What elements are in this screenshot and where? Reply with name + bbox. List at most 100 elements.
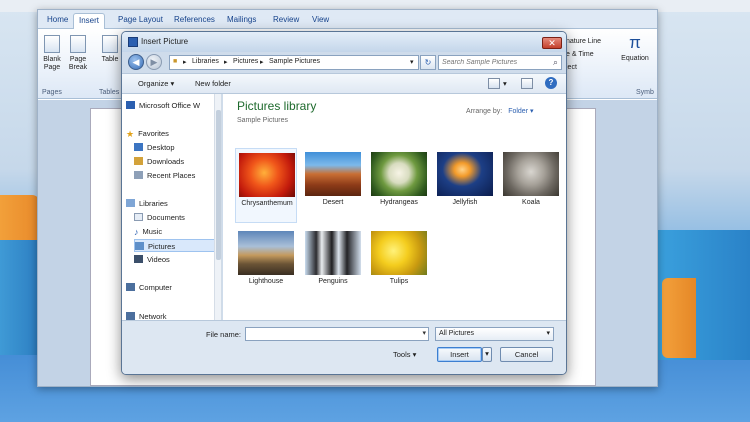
cancel-button[interactable]: Cancel	[500, 347, 553, 362]
blank-page-button[interactable]: Blank Page	[41, 35, 63, 72]
nav-item-libraries[interactable]: Libraries	[126, 197, 218, 210]
chevron-down-icon: ▾	[412, 350, 417, 359]
file-tile-koala[interactable]: Koala	[500, 148, 562, 223]
organize-button[interactable]: Organize ▾	[138, 79, 174, 88]
tab-references[interactable]: References	[169, 13, 220, 29]
nav-item-network[interactable]: Network	[126, 310, 218, 320]
table-button[interactable]: Table	[98, 35, 122, 64]
nav-item-downloads[interactable]: Downloads	[134, 155, 221, 168]
blank-page-label: Blank Page	[43, 56, 61, 71]
nav-item-music[interactable]: ♪ Music	[134, 225, 221, 238]
file-tile-lighthouse[interactable]: Lighthouse	[235, 227, 297, 302]
file-tile-penguins[interactable]: Penguins	[302, 227, 364, 302]
breadcrumb-sample-pictures[interactable]: Sample Pictures	[269, 58, 320, 65]
signature-line-button[interactable]: nature Line	[566, 38, 601, 45]
tab-page-layout[interactable]: Page Layout	[113, 13, 168, 29]
nav-item-label: Downloads	[147, 157, 185, 166]
equation-label: Equation	[621, 55, 649, 62]
breadcrumb-pictures[interactable]: Pictures	[233, 58, 258, 65]
file-tile-hydrangeas[interactable]: Hydrangeas	[368, 148, 430, 223]
nav-item-label: Music	[142, 227, 163, 236]
close-button[interactable]: ✕	[542, 37, 562, 49]
file-tile-jellyfish[interactable]: Jellyfish	[434, 148, 496, 223]
file-tile-tulips[interactable]: Tulips	[368, 227, 430, 302]
insert-button[interactable]: Insert	[437, 347, 482, 362]
arrange-by-dropdown[interactable]: Folder ▾	[508, 108, 533, 115]
nav-item-label: Recent Places	[147, 171, 196, 180]
nav-item-videos[interactable]: Videos	[134, 253, 221, 266]
penguins-thumbnail	[305, 231, 361, 275]
tab-view[interactable]: View	[307, 13, 334, 29]
insert-options-dropdown[interactable]: ▾	[482, 347, 492, 362]
desktop-decoration-orange-right	[662, 278, 696, 358]
preview-pane-icon[interactable]	[521, 78, 533, 89]
group-label-pages: Pages	[42, 89, 62, 96]
library-subtitle: Sample Pictures	[237, 117, 288, 124]
documents-icon	[134, 213, 143, 221]
search-box: ⌕	[438, 55, 562, 70]
file-type-select[interactable]: All Pictures ▾	[435, 327, 554, 341]
star-icon: ★	[126, 129, 135, 139]
view-dropdown-icon[interactable]: ▾	[503, 79, 507, 88]
group-label-tables: Tables	[99, 89, 120, 96]
help-icon[interactable]: ?	[545, 77, 557, 89]
refresh-button[interactable]: ↻	[420, 55, 436, 70]
file-name-caption: Penguins	[318, 278, 348, 285]
navigation-scrollbar[interactable]	[214, 94, 221, 320]
search-icon[interactable]: ⌕	[553, 57, 558, 68]
tab-insert[interactable]: Insert	[73, 13, 106, 29]
nav-item-pictures[interactable]: Pictures	[134, 239, 216, 252]
nav-item-label: Pictures	[148, 242, 176, 251]
nav-item-documents[interactable]: Documents	[134, 211, 221, 224]
file-name-caption: Chrysanthemum	[241, 200, 293, 207]
dialog-title: Insert Picture	[141, 37, 189, 46]
nav-item-microsoft-office-word[interactable]: Microsoft Office W	[126, 99, 218, 112]
address-bar[interactable]: ■ ▸ Libraries ▸ Pictures ▸ Sample Pictur…	[169, 55, 419, 70]
file-name-label: File name:	[206, 330, 242, 339]
file-list: Pictures library Sample Pictures Arrange…	[223, 94, 566, 320]
address-dropdown-icon[interactable]: ▾	[410, 58, 414, 66]
nav-item-computer[interactable]: Computer	[126, 281, 218, 294]
table-label: Table	[101, 56, 119, 63]
nav-item-favorites[interactable]: ★ Favorites	[126, 127, 218, 140]
nav-item-desktop[interactable]: Desktop	[134, 141, 221, 154]
file-tile-desert[interactable]: Desert	[302, 148, 364, 223]
koala-thumbnail	[503, 152, 559, 196]
file-tile-chrysanthemum[interactable]: Chrysanthemum	[235, 148, 297, 223]
date-time-button[interactable]: e & Time	[566, 51, 594, 58]
equation-button[interactable]: π Equation	[618, 33, 652, 63]
nav-item-label: Desktop	[147, 143, 175, 152]
page-break-button[interactable]: Page Break	[66, 35, 90, 72]
insert-picture-dialog: Insert Picture ✕ ◀ ▶ ■ ▸ Libraries ▸ Pic…	[121, 31, 567, 375]
forward-button[interactable]: ▶	[146, 54, 162, 70]
library-title: Pictures library	[237, 99, 317, 113]
nav-item-recent-places[interactable]: Recent Places	[134, 169, 221, 182]
word-icon	[126, 101, 135, 109]
view-options-icon[interactable]	[488, 78, 500, 89]
dialog-titlebar[interactable]: Insert Picture ✕	[122, 32, 566, 52]
new-folder-button[interactable]: New folder	[195, 79, 231, 88]
word-icon	[128, 37, 138, 47]
tab-home[interactable]: Home	[42, 13, 73, 29]
desktop-icon	[134, 143, 143, 151]
navigation-pane: Microsoft Office W ★ Favorites Desktop Do…	[122, 94, 222, 320]
chevron-down-icon: ▾	[170, 79, 175, 88]
tab-review[interactable]: Review	[268, 13, 304, 29]
object-button[interactable]: ject	[566, 64, 577, 71]
pi-icon: π	[629, 33, 641, 52]
search-input[interactable]	[442, 57, 547, 68]
back-button[interactable]: ◀	[128, 54, 144, 70]
table-icon	[102, 35, 118, 53]
chevron-right-icon: ▸	[224, 59, 228, 66]
nav-item-label: Microsoft Office W	[139, 101, 201, 110]
file-type-value: All Pictures	[439, 330, 475, 337]
page-break-icon	[70, 35, 86, 53]
tab-mailings[interactable]: Mailings	[222, 13, 261, 29]
breadcrumb-libraries[interactable]: Libraries	[192, 58, 219, 65]
pictures-icon	[135, 242, 144, 250]
network-icon	[126, 312, 135, 320]
chevron-down-icon[interactable]: ▾	[422, 329, 426, 337]
tools-button[interactable]: Tools ▾	[393, 350, 416, 359]
file-name-input[interactable]: ▾	[245, 327, 429, 341]
scrollbar-thumb[interactable]	[216, 110, 221, 260]
